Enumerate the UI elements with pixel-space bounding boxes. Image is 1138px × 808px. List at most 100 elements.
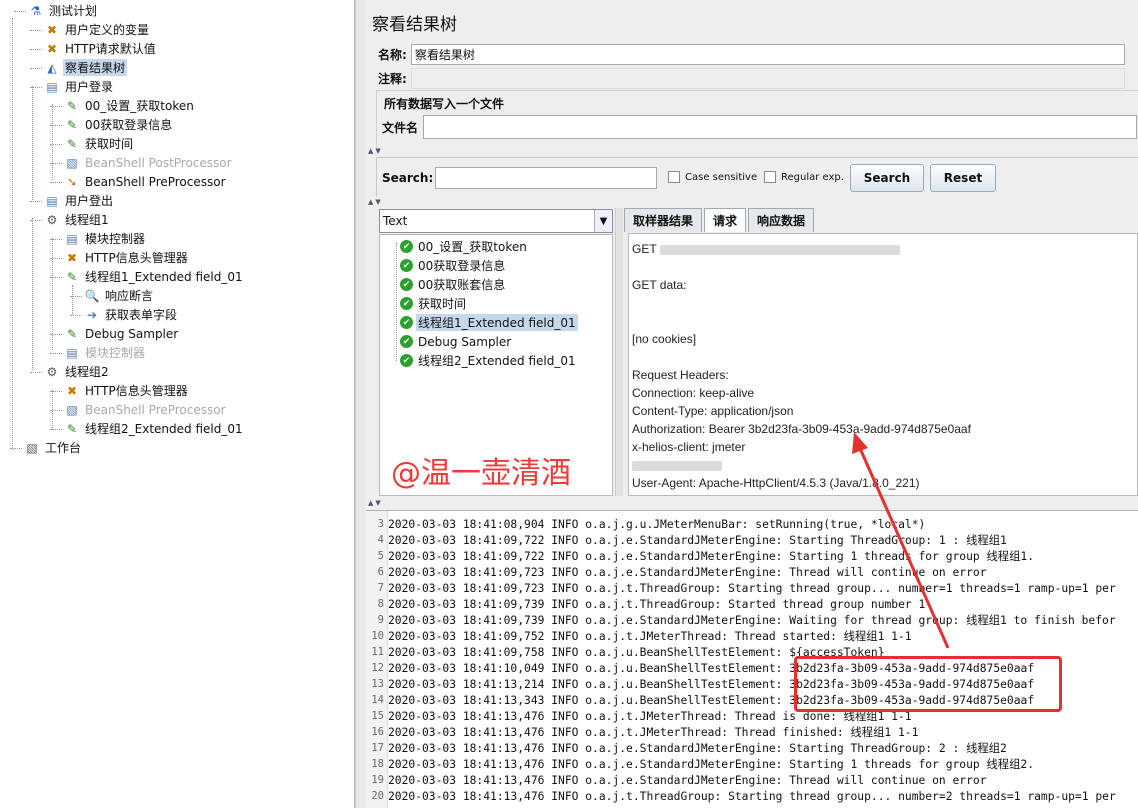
result-item[interactable]: ✔ 线程组2_Extended field_01 xyxy=(400,351,578,370)
split-arrows[interactable]: ▲▼ xyxy=(368,198,383,206)
tree-node[interactable]: ✎ 获取时间 xyxy=(64,134,135,153)
preprocessor-icon: ➘ xyxy=(66,174,78,189)
result-item[interactable]: ✔ 线程组1_Extended field_01 xyxy=(400,313,578,332)
tree-node[interactable]: ✖ HTTP请求默认值 xyxy=(44,39,158,58)
success-check-icon: ✔ xyxy=(400,240,413,253)
tree-node[interactable]: ▧ 工作台 xyxy=(24,438,83,457)
result-item-label: 获取时间 xyxy=(418,297,467,311)
result-tab[interactable]: 响应数据 xyxy=(748,208,815,232)
tree-node-label: HTTP请求默认值 xyxy=(65,42,156,56)
search-input[interactable] xyxy=(435,167,657,189)
tree-node-label: 用户登出 xyxy=(65,194,114,208)
result-item-label: 00获取账套信息 xyxy=(418,278,506,292)
log-line-text: 2020-03-03 18:41:13,476 INFO o.a.j.t.JMe… xyxy=(388,726,919,739)
tree-node[interactable]: ✎ 00_设置_获取token xyxy=(64,96,196,115)
tree-node[interactable]: ◭ 察看结果树 xyxy=(44,58,128,77)
log-line-number: 14 xyxy=(371,694,384,706)
tree-node-label: 模块控制器 xyxy=(85,232,146,246)
renderer-select[interactable]: Text ▼ xyxy=(379,209,613,233)
log-line: 5 2020-03-03 18:41:09,722 INFO o.a.j.e.St… xyxy=(366,548,1138,564)
tree-node[interactable]: ▤ 用户登录 xyxy=(44,77,115,96)
tree-node-label: 获取时间 xyxy=(85,137,134,151)
log-line-number: 5 xyxy=(377,550,384,562)
log-line-text: 2020-03-03 18:41:09,722 INFO o.a.j.e.Sta… xyxy=(388,534,1007,547)
header-helios-client: x-helios-client: jmeter xyxy=(632,440,746,454)
tree-node-label: 用户定义的变量 xyxy=(65,23,150,37)
tree-node[interactable]: ✎ Debug Sampler xyxy=(64,324,180,343)
tree-node-label: 响应断言 xyxy=(105,289,154,303)
comment-input[interactable] xyxy=(410,67,1125,89)
tree-node[interactable]: ▤ 模块控制器 xyxy=(64,343,147,362)
tree-node[interactable]: ▤ 用户登出 xyxy=(44,191,115,210)
tree-node[interactable]: ▧ BeanShell PostProcessor xyxy=(64,153,234,172)
tree-node-label: BeanShell PreProcessor xyxy=(85,402,226,417)
tree-node[interactable]: ✎ 线程组1_Extended field_01 xyxy=(64,267,245,286)
log-line-number: 18 xyxy=(371,758,384,770)
tree-node[interactable]: ➔ 获取表单字段 xyxy=(84,305,179,324)
log-line: 18 2020-03-03 18:41:13,476 INFO o.a.j.e.S… xyxy=(366,756,1138,772)
search-button[interactable]: Search xyxy=(850,164,924,192)
file-section-title: 所有数据写入一个文件 xyxy=(384,97,505,111)
log-line-text: 2020-03-03 18:41:09,739 INFO o.a.j.e.Sta… xyxy=(388,614,1116,627)
test-plan-tree[interactable]: ⚗ 测试计划 ✖ 用户定义的变量 ✖ HTTP请求默认值 ◭ 察看结果树 ▤ 用户登录 ✎ 00_设置… xyxy=(0,0,355,808)
log-line-number: 20 xyxy=(371,790,384,802)
tree-node[interactable]: ✎ 00获取登录信息 xyxy=(64,115,174,134)
filename-input[interactable] xyxy=(423,115,1138,139)
magnifier-icon: 🔍 xyxy=(84,288,100,303)
workbench-icon: ▧ xyxy=(26,440,38,455)
split-arrows[interactable]: ▲▼ xyxy=(368,499,383,507)
tree-node[interactable]: ⚙ 线程组2 xyxy=(44,362,111,381)
request-detail-text[interactable]: GET GET data: [no cookies] Request Heade… xyxy=(628,233,1138,496)
page-title: 察看结果树 xyxy=(372,15,457,35)
result-tab[interactable]: 请求 xyxy=(704,208,747,232)
result-item[interactable]: ✔ 00获取登录信息 xyxy=(400,256,507,275)
tree-node[interactable]: ▤ 模块控制器 xyxy=(64,229,147,248)
result-tab[interactable]: 取样器结果 xyxy=(624,208,703,232)
log-line-number: 15 xyxy=(371,710,384,722)
chart-icon: ◭ xyxy=(47,60,57,75)
tree-node[interactable]: 🔍 响应断言 xyxy=(84,286,155,305)
chevron-down-icon[interactable]: ▼ xyxy=(594,210,612,232)
name-input[interactable]: 察看结果树 xyxy=(410,43,1125,65)
case-sensitive-checkbox[interactable]: Case sensitive xyxy=(668,171,757,183)
tree-node[interactable]: ⚗ 测试计划 xyxy=(28,1,99,20)
tree-node-label: 线程组1 xyxy=(65,213,109,227)
tree-node[interactable]: ✖ 用户定义的变量 xyxy=(44,20,151,39)
split-arrows[interactable]: ▲▼ xyxy=(368,147,383,155)
log-line-text: 2020-03-03 18:41:13,476 INFO o.a.j.e.Sta… xyxy=(388,773,987,787)
result-item[interactable]: ✔ 获取时间 xyxy=(400,294,468,313)
tree-node-label: 线程组1_Extended field_01 xyxy=(85,270,243,284)
log-line: 10 2020-03-03 18:41:09,752 INFO o.a.j.t.J… xyxy=(366,628,1138,644)
regex-checkbox[interactable]: Regular exp. xyxy=(764,171,844,183)
result-item[interactable]: ✔ Debug Sampler xyxy=(400,332,513,351)
tree-node[interactable]: ➘ BeanShell PreProcessor xyxy=(64,172,228,191)
tree-node[interactable]: ✖ HTTP信息头管理器 xyxy=(64,248,190,267)
results-splitter[interactable] xyxy=(615,208,623,496)
result-item[interactable]: ✔ 00获取账套信息 xyxy=(400,275,507,294)
module-controller-icon: ▤ xyxy=(66,345,78,360)
success-check-icon: ✔ xyxy=(400,278,413,291)
preprocessor-icon: ▧ xyxy=(66,402,78,417)
tree-node[interactable]: ⚙ 线程组1 xyxy=(44,210,111,229)
header-authorization: Authorization: Bearer 3b2d23fa-3b09-453a… xyxy=(632,422,971,436)
tree-node[interactable]: ▧ BeanShell PreProcessor xyxy=(64,400,228,419)
success-check-icon: ✔ xyxy=(400,335,413,348)
success-check-icon: ✔ xyxy=(400,259,413,272)
reset-button[interactable]: Reset xyxy=(930,164,996,192)
wrench-icon: ✖ xyxy=(66,383,78,398)
log-line-text: 2020-03-03 18:41:13,476 INFO o.a.j.e.Sta… xyxy=(388,758,1035,771)
tree-node-label: 线程组2_Extended field_01 xyxy=(85,422,243,436)
tree-node-label: BeanShell PostProcessor xyxy=(85,155,232,170)
filename-label: 文件名 xyxy=(382,120,419,135)
name-label: 名称: xyxy=(378,47,407,62)
watermark-text: @温一壶清酒 xyxy=(391,456,571,491)
tree-node[interactable]: ✎ 线程组2_Extended field_01 xyxy=(64,419,245,438)
log-line: 4 2020-03-03 18:41:09,722 INFO o.a.j.e.St… xyxy=(366,532,1138,548)
vertical-splitter[interactable] xyxy=(355,0,365,808)
tree-node-label: 用户登录 xyxy=(65,80,114,94)
tree-node[interactable]: ✖ HTTP信息头管理器 xyxy=(64,381,190,400)
result-item[interactable]: ✔ 00_设置_获取token xyxy=(400,237,529,256)
get-prefix: GET xyxy=(632,242,657,256)
tree-node-label: HTTP信息头管理器 xyxy=(85,384,188,398)
flask-icon: ⚗ xyxy=(30,3,42,18)
